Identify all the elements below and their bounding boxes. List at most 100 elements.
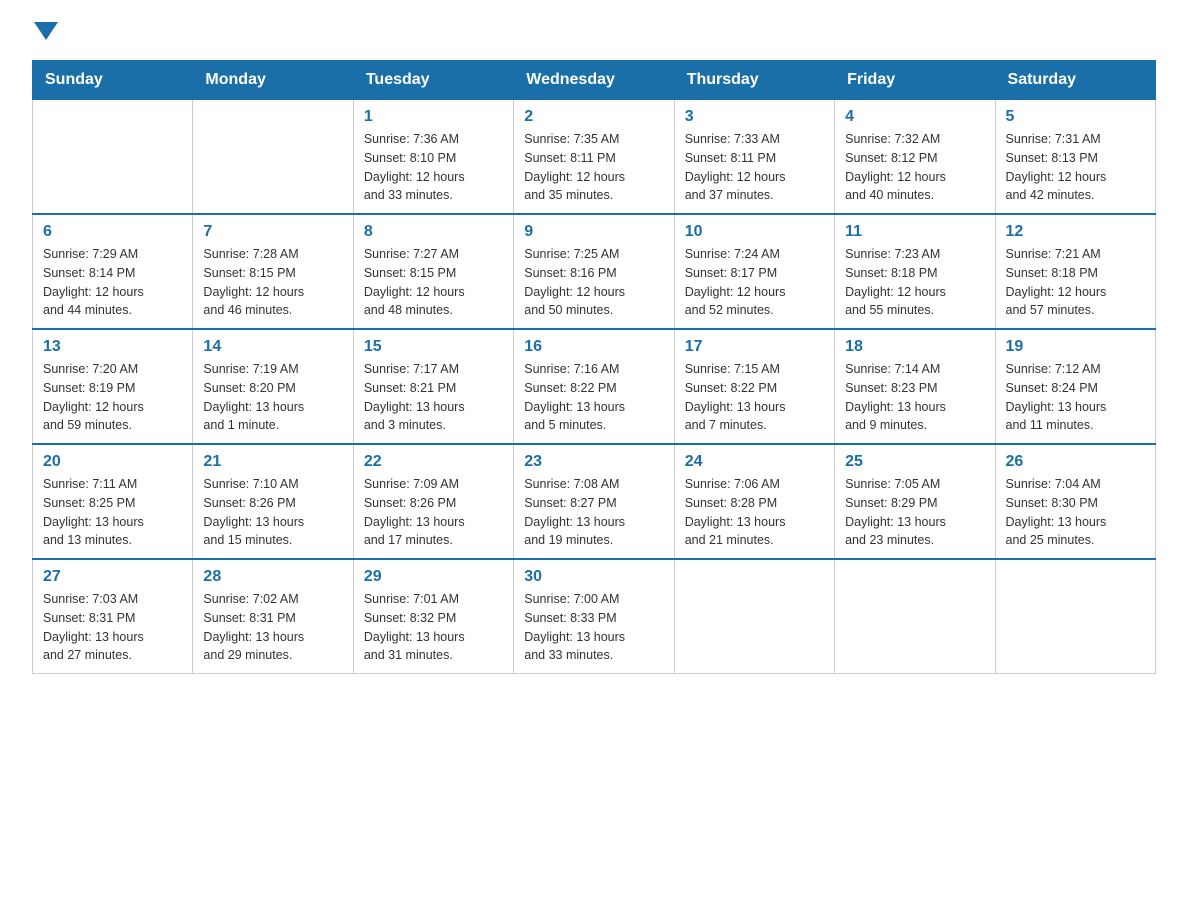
col-header-saturday: Saturday bbox=[995, 61, 1155, 100]
calendar-cell: 2 Sunrise: 7:35 AMSunset: 8:11 PMDaylight… bbox=[514, 100, 674, 215]
day-info: Sunrise: 7:05 AMSunset: 8:29 PMDaylight:… bbox=[845, 475, 984, 550]
day-number: 6 bbox=[43, 223, 182, 241]
col-header-friday: Friday bbox=[835, 61, 995, 100]
day-number: 12 bbox=[1006, 223, 1145, 241]
calendar-week-row: 13 Sunrise: 7:20 AMSunset: 8:19 PMDayligh… bbox=[33, 329, 1156, 444]
calendar-week-row: 6 Sunrise: 7:29 AMSunset: 8:14 PMDaylight… bbox=[33, 214, 1156, 329]
day-number: 20 bbox=[43, 453, 182, 471]
day-info: Sunrise: 7:25 AMSunset: 8:16 PMDaylight:… bbox=[524, 245, 663, 320]
day-number: 19 bbox=[1006, 338, 1145, 356]
col-header-monday: Monday bbox=[193, 61, 353, 100]
calendar-cell: 11 Sunrise: 7:23 AMSunset: 8:18 PMDayligh… bbox=[835, 214, 995, 329]
calendar-cell: 3 Sunrise: 7:33 AMSunset: 8:11 PMDaylight… bbox=[674, 100, 834, 215]
day-number: 30 bbox=[524, 568, 663, 586]
day-info: Sunrise: 7:31 AMSunset: 8:13 PMDaylight:… bbox=[1006, 130, 1145, 205]
calendar-week-row: 20 Sunrise: 7:11 AMSunset: 8:25 PMDayligh… bbox=[33, 444, 1156, 559]
day-number: 10 bbox=[685, 223, 824, 241]
day-number: 3 bbox=[685, 108, 824, 126]
day-info: Sunrise: 7:16 AMSunset: 8:22 PMDaylight:… bbox=[524, 360, 663, 435]
calendar-cell: 23 Sunrise: 7:08 AMSunset: 8:27 PMDayligh… bbox=[514, 444, 674, 559]
day-info: Sunrise: 7:27 AMSunset: 8:15 PMDaylight:… bbox=[364, 245, 503, 320]
calendar-week-row: 27 Sunrise: 7:03 AMSunset: 8:31 PMDayligh… bbox=[33, 559, 1156, 674]
day-info: Sunrise: 7:15 AMSunset: 8:22 PMDaylight:… bbox=[685, 360, 824, 435]
calendar-cell: 6 Sunrise: 7:29 AMSunset: 8:14 PMDaylight… bbox=[33, 214, 193, 329]
calendar-cell bbox=[193, 100, 353, 215]
calendar-cell: 12 Sunrise: 7:21 AMSunset: 8:18 PMDayligh… bbox=[995, 214, 1155, 329]
calendar-table: SundayMondayTuesdayWednesdayThursdayFrid… bbox=[32, 60, 1156, 674]
day-info: Sunrise: 7:14 AMSunset: 8:23 PMDaylight:… bbox=[845, 360, 984, 435]
calendar-week-row: 1 Sunrise: 7:36 AMSunset: 8:10 PMDaylight… bbox=[33, 100, 1156, 215]
calendar-cell: 1 Sunrise: 7:36 AMSunset: 8:10 PMDaylight… bbox=[353, 100, 513, 215]
day-info: Sunrise: 7:33 AMSunset: 8:11 PMDaylight:… bbox=[685, 130, 824, 205]
col-header-wednesday: Wednesday bbox=[514, 61, 674, 100]
calendar-cell: 15 Sunrise: 7:17 AMSunset: 8:21 PMDayligh… bbox=[353, 329, 513, 444]
day-info: Sunrise: 7:20 AMSunset: 8:19 PMDaylight:… bbox=[43, 360, 182, 435]
day-info: Sunrise: 7:02 AMSunset: 8:31 PMDaylight:… bbox=[203, 590, 342, 665]
day-info: Sunrise: 7:00 AMSunset: 8:33 PMDaylight:… bbox=[524, 590, 663, 665]
day-number: 11 bbox=[845, 223, 984, 241]
calendar-cell bbox=[835, 559, 995, 674]
logo bbox=[32, 24, 60, 44]
col-header-tuesday: Tuesday bbox=[353, 61, 513, 100]
day-info: Sunrise: 7:06 AMSunset: 8:28 PMDaylight:… bbox=[685, 475, 824, 550]
calendar-cell: 30 Sunrise: 7:00 AMSunset: 8:33 PMDayligh… bbox=[514, 559, 674, 674]
calendar-cell: 18 Sunrise: 7:14 AMSunset: 8:23 PMDayligh… bbox=[835, 329, 995, 444]
day-number: 8 bbox=[364, 223, 503, 241]
day-info: Sunrise: 7:04 AMSunset: 8:30 PMDaylight:… bbox=[1006, 475, 1145, 550]
day-number: 9 bbox=[524, 223, 663, 241]
day-number: 15 bbox=[364, 338, 503, 356]
calendar-cell: 22 Sunrise: 7:09 AMSunset: 8:26 PMDayligh… bbox=[353, 444, 513, 559]
day-number: 26 bbox=[1006, 453, 1145, 471]
logo-triangle-icon bbox=[34, 22, 58, 40]
col-header-sunday: Sunday bbox=[33, 61, 193, 100]
day-number: 17 bbox=[685, 338, 824, 356]
calendar-cell: 8 Sunrise: 7:27 AMSunset: 8:15 PMDaylight… bbox=[353, 214, 513, 329]
day-number: 29 bbox=[364, 568, 503, 586]
calendar-cell: 28 Sunrise: 7:02 AMSunset: 8:31 PMDayligh… bbox=[193, 559, 353, 674]
calendar-cell: 26 Sunrise: 7:04 AMSunset: 8:30 PMDayligh… bbox=[995, 444, 1155, 559]
day-info: Sunrise: 7:11 AMSunset: 8:25 PMDaylight:… bbox=[43, 475, 182, 550]
day-info: Sunrise: 7:35 AMSunset: 8:11 PMDaylight:… bbox=[524, 130, 663, 205]
day-info: Sunrise: 7:24 AMSunset: 8:17 PMDaylight:… bbox=[685, 245, 824, 320]
calendar-cell: 27 Sunrise: 7:03 AMSunset: 8:31 PMDayligh… bbox=[33, 559, 193, 674]
day-info: Sunrise: 7:08 AMSunset: 8:27 PMDaylight:… bbox=[524, 475, 663, 550]
day-number: 21 bbox=[203, 453, 342, 471]
calendar-cell bbox=[33, 100, 193, 215]
calendar-cell: 24 Sunrise: 7:06 AMSunset: 8:28 PMDayligh… bbox=[674, 444, 834, 559]
day-number: 2 bbox=[524, 108, 663, 126]
day-info: Sunrise: 7:21 AMSunset: 8:18 PMDaylight:… bbox=[1006, 245, 1145, 320]
day-info: Sunrise: 7:23 AMSunset: 8:18 PMDaylight:… bbox=[845, 245, 984, 320]
day-number: 18 bbox=[845, 338, 984, 356]
day-number: 22 bbox=[364, 453, 503, 471]
day-number: 27 bbox=[43, 568, 182, 586]
calendar-cell: 5 Sunrise: 7:31 AMSunset: 8:13 PMDaylight… bbox=[995, 100, 1155, 215]
day-number: 28 bbox=[203, 568, 342, 586]
day-info: Sunrise: 7:28 AMSunset: 8:15 PMDaylight:… bbox=[203, 245, 342, 320]
day-number: 5 bbox=[1006, 108, 1145, 126]
day-info: Sunrise: 7:29 AMSunset: 8:14 PMDaylight:… bbox=[43, 245, 182, 320]
calendar-cell: 29 Sunrise: 7:01 AMSunset: 8:32 PMDayligh… bbox=[353, 559, 513, 674]
calendar-cell: 13 Sunrise: 7:20 AMSunset: 8:19 PMDayligh… bbox=[33, 329, 193, 444]
day-info: Sunrise: 7:19 AMSunset: 8:20 PMDaylight:… bbox=[203, 360, 342, 435]
calendar-cell: 16 Sunrise: 7:16 AMSunset: 8:22 PMDayligh… bbox=[514, 329, 674, 444]
calendar-cell: 17 Sunrise: 7:15 AMSunset: 8:22 PMDayligh… bbox=[674, 329, 834, 444]
day-number: 1 bbox=[364, 108, 503, 126]
day-info: Sunrise: 7:09 AMSunset: 8:26 PMDaylight:… bbox=[364, 475, 503, 550]
calendar-cell: 25Sunrise: 7:05 AMSunset: 8:29 PMDayligh… bbox=[835, 444, 995, 559]
calendar-cell bbox=[674, 559, 834, 674]
calendar-cell: 4Sunrise: 7:32 AMSunset: 8:12 PMDaylight… bbox=[835, 100, 995, 215]
calendar-cell: 14Sunrise: 7:19 AMSunset: 8:20 PMDayligh… bbox=[193, 329, 353, 444]
calendar-cell bbox=[995, 559, 1155, 674]
day-info: Sunrise: 7:17 AMSunset: 8:21 PMDaylight:… bbox=[364, 360, 503, 435]
day-info: Sunrise: 7:01 AMSunset: 8:32 PMDaylight:… bbox=[364, 590, 503, 665]
day-info: Sunrise: 7:12 AMSunset: 8:24 PMDaylight:… bbox=[1006, 360, 1145, 435]
day-number: 24 bbox=[685, 453, 824, 471]
day-number: 13 bbox=[43, 338, 182, 356]
day-number: 16 bbox=[524, 338, 663, 356]
day-info: Sunrise: 7:03 AMSunset: 8:31 PMDaylight:… bbox=[43, 590, 182, 665]
calendar-cell: 10 Sunrise: 7:24 AMSunset: 8:17 PMDayligh… bbox=[674, 214, 834, 329]
calendar-cell: 21Sunrise: 7:10 AMSunset: 8:26 PMDayligh… bbox=[193, 444, 353, 559]
day-info: Sunrise: 7:36 AMSunset: 8:10 PMDaylight:… bbox=[364, 130, 503, 205]
day-info: Sunrise: 7:32 AMSunset: 8:12 PMDaylight:… bbox=[845, 130, 984, 205]
day-number: 23 bbox=[524, 453, 663, 471]
